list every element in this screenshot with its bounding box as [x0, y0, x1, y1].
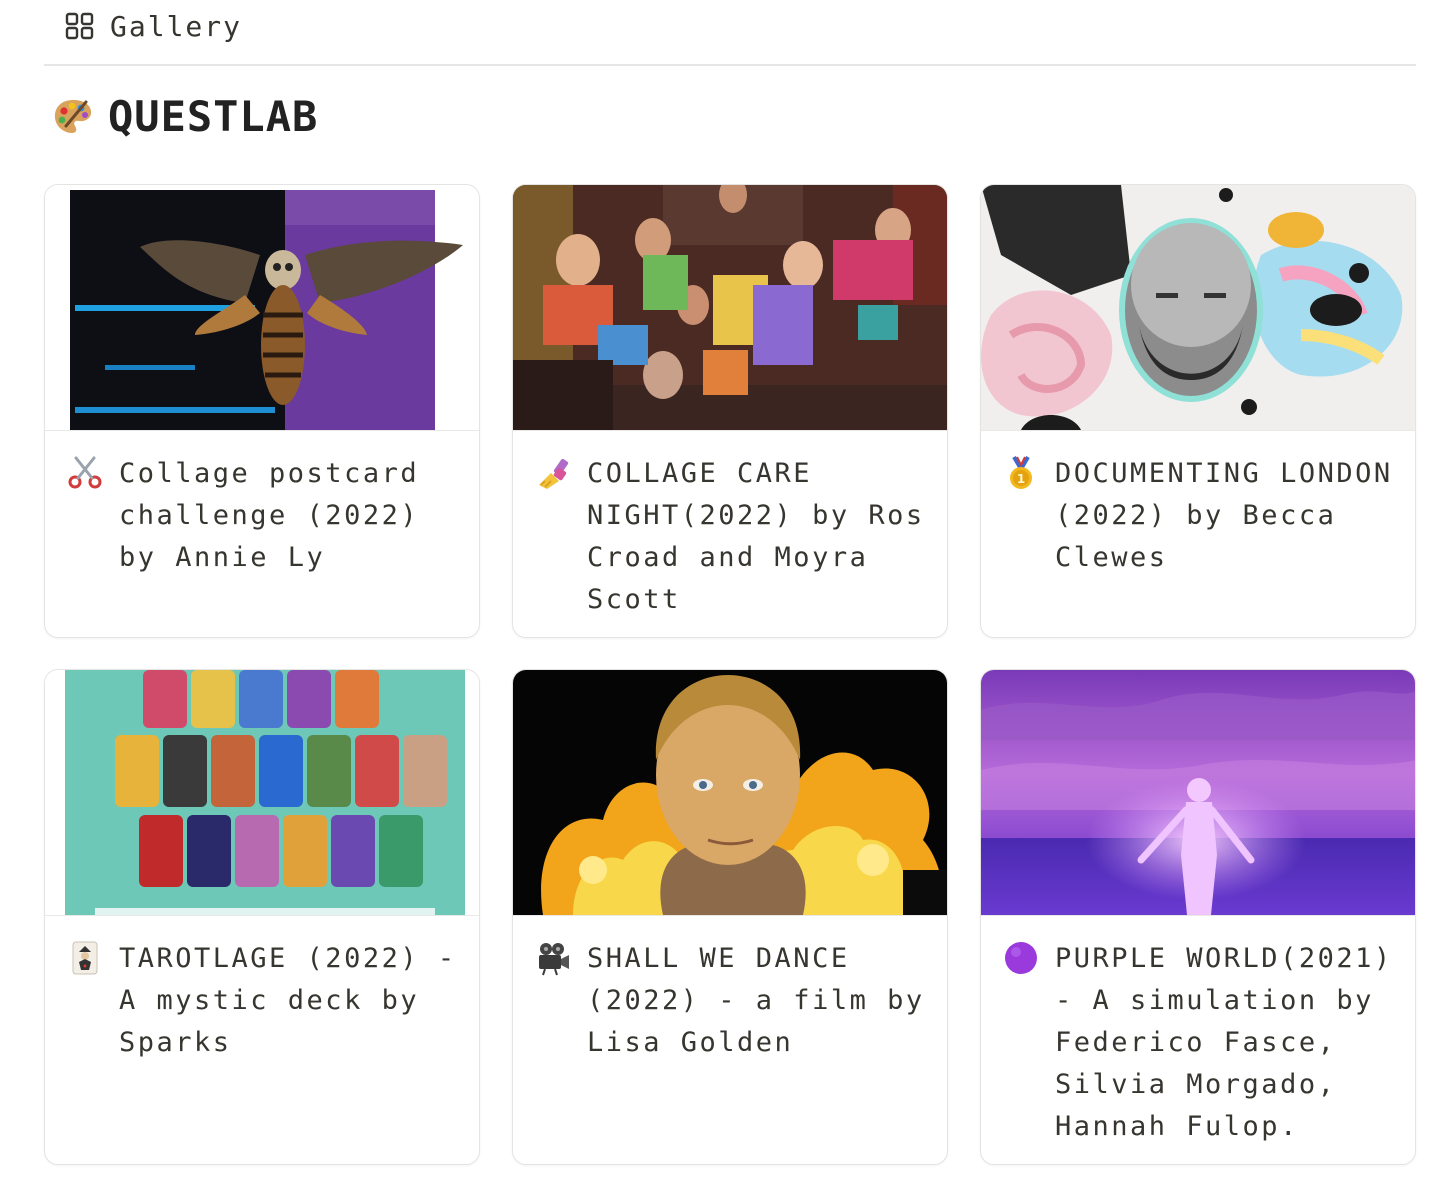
- card-title: Collage postcard challenge (2022) by Ann…: [119, 458, 420, 573]
- movie-camera-icon: [539, 943, 569, 976]
- artist-palette-icon: [54, 99, 92, 133]
- joker-card-icon: [72, 941, 98, 975]
- view-tab-gallery[interactable]: Gallery: [64, 6, 242, 46]
- face-collage-image: [981, 185, 1415, 431]
- section-header: QUESTLAB: [52, 92, 318, 141]
- gallery-card[interactable]: 1 DOCUMENTING LONDON (2022) by Becca Cle…: [980, 184, 1416, 638]
- gold-medal-icon: 1: [1010, 455, 1032, 489]
- group-photo-image: [513, 185, 947, 431]
- woman-fire-image: [513, 670, 947, 916]
- gallery-card[interactable]: SHALL WE DANCE (2022) - a film by Lisa G…: [512, 669, 948, 1165]
- view-tab-label: Gallery: [110, 9, 243, 43]
- gallery-card[interactable]: Collage postcard challenge (2022) by Ann…: [44, 184, 480, 638]
- gallery-card[interactable]: COLLAGE CARE NIGHT(2022) by Ros Croad an…: [512, 184, 948, 638]
- card-title: COLLAGE CARE NIGHT(2022) by Ros Croad an…: [587, 458, 925, 615]
- moth-collage-image: [45, 185, 479, 431]
- gallery-card[interactable]: PURPLE WORLD(2021) - A simulation by Fed…: [980, 669, 1416, 1165]
- nail-polish-icon: [539, 458, 569, 489]
- grid-icon: [65, 12, 94, 40]
- purple-circle-icon: [1005, 942, 1037, 974]
- section-title: QUESTLAB: [108, 92, 319, 141]
- tarot-cards-image: [45, 670, 479, 916]
- view-divider: [44, 64, 1416, 66]
- svg-text:1: 1: [1017, 472, 1025, 486]
- card-title: SHALL WE DANCE (2022) - a film by Lisa G…: [587, 943, 925, 1058]
- card-title: TAROTLAGE (2022) - A mystic deck by Spar…: [119, 943, 457, 1058]
- purple-figure-image: [981, 670, 1415, 916]
- card-title: PURPLE WORLD(2021) - A simulation by Fed…: [1055, 943, 1393, 1142]
- card-title: DOCUMENTING LONDON (2022) by Becca Clewe…: [1055, 458, 1393, 573]
- scissors-icon: [68, 456, 102, 489]
- gallery-card[interactable]: TAROTLAGE (2022) - A mystic deck by Spar…: [44, 669, 480, 1165]
